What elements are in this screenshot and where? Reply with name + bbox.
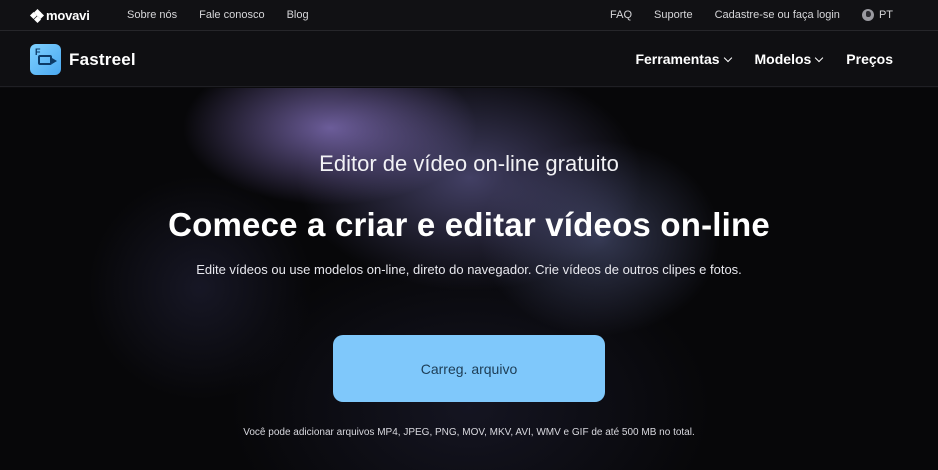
main-header: F Fastreel Ferramentas Modelos Preços (0, 31, 938, 87)
link-faq[interactable]: FAQ (610, 9, 632, 21)
hero-headline: Comece a criar e editar vídeos on-line (168, 206, 770, 243)
main-nav: Ferramentas Modelos Preços (635, 51, 893, 67)
link-blog[interactable]: Blog (287, 9, 309, 21)
top-right-links: FAQ Suporte Cadastre-se ou faça login PT (610, 9, 893, 21)
link-contact[interactable]: Fale conosco (199, 9, 264, 21)
hero-section: Editor de vídeo on-line gratuito Comece … (0, 88, 938, 470)
hero-subline: Edite vídeos ou use modelos on-line, dir… (196, 262, 742, 277)
nav-tools[interactable]: Ferramentas (635, 51, 732, 67)
movavi-logo[interactable]: movavi (29, 8, 90, 23)
movavi-logo-text: movavi (46, 8, 90, 23)
brand-name: Fastreel (69, 49, 136, 69)
nav-tools-label: Ferramentas (635, 51, 720, 67)
language-selector[interactable]: PT (861, 9, 893, 21)
nav-templates-label: Modelos (754, 51, 812, 67)
upload-file-button[interactable]: Carreg. arquivo (333, 335, 605, 402)
hero-eyebrow: Editor de vídeo on-line gratuito (319, 151, 619, 176)
link-about[interactable]: Sobre nós (127, 9, 177, 21)
supported-formats-note: Você pode adicionar arquivos MP4, JPEG, … (243, 427, 695, 438)
fastreel-brand[interactable]: F Fastreel (30, 44, 136, 75)
chevron-down-icon (723, 53, 732, 62)
language-label: PT (878, 9, 893, 21)
top-left-links: Sobre nós Fale conosco Blog (127, 9, 309, 21)
globe-icon (861, 9, 874, 21)
movavi-logo-icon (29, 8, 45, 23)
nav-pricing-label: Preços (846, 51, 893, 67)
fastreel-logo-icon: F (30, 44, 61, 75)
chevron-down-icon (815, 53, 824, 62)
nav-pricing[interactable]: Preços (846, 51, 893, 67)
link-support[interactable]: Suporte (654, 9, 693, 21)
link-signup-login[interactable]: Cadastre-se ou faça login (715, 9, 840, 21)
nav-templates[interactable]: Modelos (754, 51, 824, 67)
top-utility-bar: movavi Sobre nós Fale conosco Blog FAQ S… (0, 0, 938, 31)
